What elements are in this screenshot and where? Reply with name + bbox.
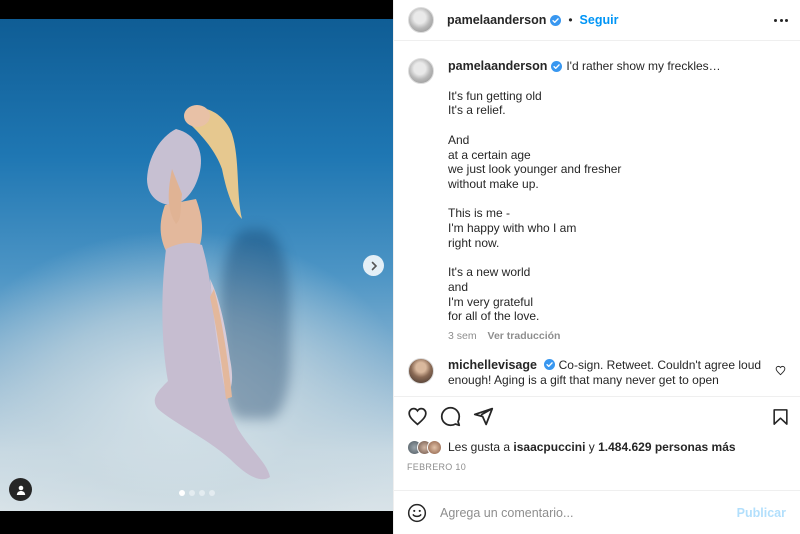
post-media <box>0 0 393 534</box>
header-separator: • <box>568 13 573 27</box>
woman-figure-illustration <box>147 105 270 480</box>
caption-line: right now. <box>448 235 500 250</box>
dot-icon <box>785 18 788 22</box>
share-button[interactable] <box>473 406 494 427</box>
follow-button[interactable]: Seguir <box>580 13 619 27</box>
chevron-right-icon <box>371 261 377 270</box>
caption-author-avatar[interactable] <box>408 58 434 84</box>
heart-icon <box>408 407 427 426</box>
smiley-icon <box>407 503 427 522</box>
caption-first-line: I'd rather show my freckles… <box>566 59 721 73</box>
comment-input[interactable] <box>440 505 737 520</box>
caption-line: It's a new world <box>448 265 531 280</box>
caption-line: we just look younger and fresher <box>448 162 622 177</box>
tagged-users-button[interactable] <box>9 478 32 501</box>
caption-line: without make up. <box>448 176 539 191</box>
author-avatar[interactable] <box>408 7 434 33</box>
carousel-next-button[interactable] <box>363 255 384 276</box>
caption-line: at a certain age <box>448 147 531 162</box>
post-header: pamelaanderson • Seguir <box>394 0 800 41</box>
more-options-button[interactable] <box>774 13 788 27</box>
caption-username[interactable]: pamelaanderson <box>448 59 547 74</box>
commenter-username[interactable]: michellevisage <box>448 358 537 372</box>
verified-badge-icon <box>550 14 562 26</box>
caption: pamelaanderson I'd rather show my freckl… <box>408 58 786 344</box>
caption-line: It's fun getting old <box>448 88 542 103</box>
carousel-dot <box>198 490 205 496</box>
likes-prefix: Les gusta a <box>448 440 511 454</box>
likes-connector: y <box>588 440 595 454</box>
dot-icon <box>774 18 777 22</box>
caption-body: pamelaanderson I'd rather show my freckl… <box>448 58 721 344</box>
liked-by-user[interactable]: isaacpuccini <box>513 440 585 454</box>
dot-icon <box>779 18 783 22</box>
add-comment-bar: Publicar <box>394 490 800 534</box>
post-photo[interactable] <box>0 19 393 511</box>
caption-line <box>448 192 721 207</box>
carousel-dot <box>188 490 195 496</box>
liker-avatar[interactable] <box>427 439 442 455</box>
caption-line: and <box>448 279 469 294</box>
caption-line: I'm happy with who I am <box>448 221 577 235</box>
caption-line: And <box>448 132 470 147</box>
caption-line: It's a relief. <box>448 103 506 118</box>
save-button[interactable] <box>771 407 790 427</box>
publish-button[interactable]: Publicar <box>737 506 786 520</box>
like-button[interactable] <box>407 406 428 427</box>
action-bar <box>394 396 800 436</box>
carousel-dot <box>178 490 185 496</box>
likes-count[interactable]: 1.484.629 personas más <box>598 440 735 454</box>
caption-text: It's fun getting old It's a relief. And at … <box>448 89 721 324</box>
translate-button[interactable]: Ver traducción <box>488 330 561 342</box>
post-time[interactable]: 3 sem <box>448 330 477 342</box>
paper-plane-icon <box>473 407 494 426</box>
author-username[interactable]: pamelaanderson <box>447 13 546 27</box>
commenter-avatar[interactable] <box>408 357 434 384</box>
comment-like-heart-icon[interactable] <box>775 365 786 376</box>
caption-line: I'm very grateful <box>448 294 533 309</box>
comment-button[interactable] <box>440 406 461 427</box>
emoji-button[interactable] <box>407 503 427 523</box>
comment: michellevisage Co-sign. Retweet. Couldn'… <box>408 357 786 388</box>
user-icon <box>16 485 25 495</box>
post-details-panel: pamelaanderson • Seguir pamelaanderson I… <box>393 0 800 534</box>
verified-badge-icon <box>544 358 556 370</box>
post-date[interactable]: FEBRERO 10 <box>394 458 800 472</box>
caption-line: This is me - <box>448 206 511 221</box>
caption-head: pamelaanderson I'd rather show my freckl… <box>448 59 721 74</box>
liker-avatars <box>407 439 442 455</box>
caption-meta: 3 sem Ver traducción <box>448 329 721 344</box>
comment-bubble-icon <box>440 406 461 427</box>
bookmark-icon <box>773 408 788 425</box>
comment-body: michellevisage Co-sign. Retweet. Couldn'… <box>448 358 768 388</box>
verified-badge-icon <box>551 60 563 72</box>
likes-summary: Les gusta a isaacpuccini y 1.484.629 per… <box>394 436 800 458</box>
comments-section: pamelaanderson I'd rather show my freckl… <box>394 41 800 396</box>
caption-line <box>448 250 721 265</box>
caption-line <box>448 118 721 133</box>
caption-line: for all of the love. <box>448 309 540 324</box>
carousel-dot <box>208 490 215 496</box>
carousel-indicator <box>178 490 215 496</box>
